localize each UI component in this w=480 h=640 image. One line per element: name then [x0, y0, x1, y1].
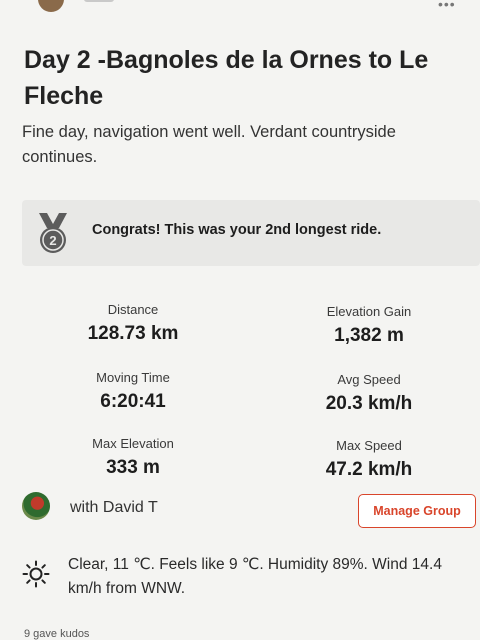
stat-value: 47.2 km/h — [325, 459, 413, 480]
group-with-text[interactable]: with David T — [70, 499, 158, 517]
achievement-banner[interactable]: 2 Congrats! This was your 2nd longest ri… — [22, 200, 480, 266]
sun-icon — [22, 560, 50, 588]
stat-value: 6:20:41 — [100, 391, 166, 412]
activity-description: Fine day, navigation went well. Verdant … — [22, 123, 396, 166]
activity-title: Day 2 -Bagnoles de la Ornes to Le Fleche — [24, 46, 429, 110]
stat-value: 1,382 m — [334, 325, 404, 346]
stat-label: Max Elevation — [92, 436, 174, 451]
stat-label: Avg Speed — [337, 372, 401, 387]
stat-max-elevation: Max Elevation 333 m — [58, 436, 208, 479]
manage-group-button[interactable]: Manage Group — [358, 494, 476, 528]
stat-moving-time: Moving Time 6:20:41 — [58, 370, 208, 413]
stat-value: 128.73 km — [87, 323, 179, 344]
stat-distance: Distance 128.73 km — [58, 302, 208, 345]
top-header-strip: ••• — [0, 0, 480, 14]
owner-name-cropped — [84, 0, 114, 2]
companion-avatar[interactable] — [22, 492, 50, 520]
stat-avg-speed: Avg Speed 20.3 km/h — [294, 372, 444, 415]
stat-label: Moving Time — [96, 370, 170, 385]
medal-icon: 2 — [39, 213, 67, 253]
more-menu-icon[interactable]: ••• — [438, 0, 456, 12]
medal-rank-number: 2 — [49, 233, 56, 248]
stat-label: Max Speed — [336, 438, 402, 453]
owner-avatar[interactable] — [38, 0, 64, 12]
stat-label: Distance — [107, 302, 159, 317]
stat-max-speed: Max Speed 47.2 km/h — [294, 438, 444, 481]
stat-label: Elevation Gain — [326, 304, 412, 319]
weather-summary: Clear, 11 ℃. Feels like 9 ℃. Humidity 89… — [68, 556, 442, 597]
achievement-text: Congrats! This was your 2nd longest ride… — [92, 222, 382, 238]
stat-value: 20.3 km/h — [325, 393, 413, 414]
kudos-count[interactable]: 9 gave kudos — [24, 628, 89, 640]
stat-elevation-gain: Elevation Gain 1,382 m — [294, 304, 444, 347]
stat-value: 333 m — [106, 457, 160, 478]
